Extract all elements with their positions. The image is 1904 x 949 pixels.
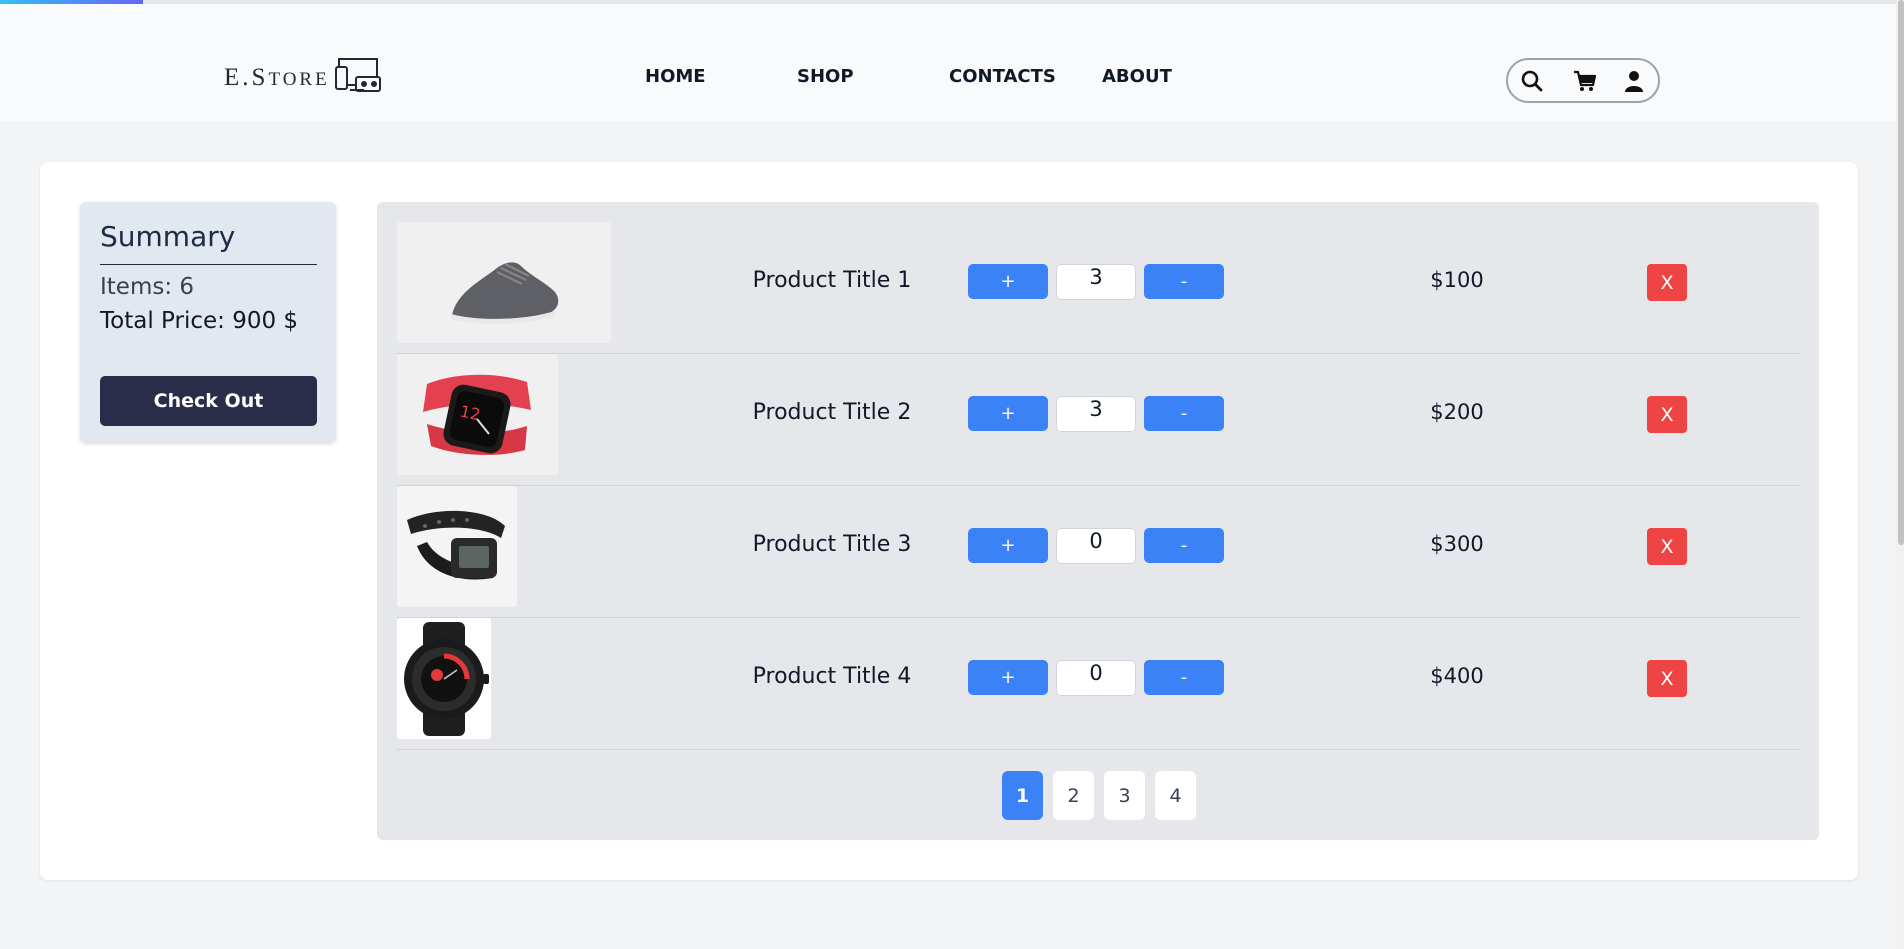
decrease-qty-button[interactable]: -	[1144, 396, 1224, 431]
summary-title: Summary	[100, 220, 236, 253]
black-digital-watch-image	[397, 486, 517, 607]
quantity-field[interactable]: 3	[1056, 264, 1136, 300]
checkout-button[interactable]: Check Out	[100, 376, 317, 426]
quantity-field[interactable]: 3	[1056, 396, 1136, 432]
red-smartwatch-image: 12	[397, 354, 558, 475]
increase-qty-button[interactable]: +	[968, 660, 1048, 695]
cart-row: Product Title 4 + 0 - $400 X	[397, 618, 1799, 750]
cart-items-panel: Product Title 1 + 3 - $100 X 12 Product …	[377, 202, 1819, 840]
sneaker-image	[397, 222, 611, 343]
pagination: 1 2 3 4	[1002, 771, 1196, 820]
page-button-4[interactable]: 4	[1155, 771, 1196, 820]
header-actions	[1506, 58, 1660, 103]
page-button-3[interactable]: 3	[1104, 771, 1145, 820]
search-icon[interactable]	[1520, 69, 1544, 93]
item-price: $200	[1430, 400, 1484, 424]
remove-item-button[interactable]: X	[1647, 528, 1687, 565]
page-scrollbar-thumb[interactable]	[1898, 0, 1904, 545]
nav-contacts[interactable]: CONTACTS	[949, 66, 1056, 87]
devices-icon	[334, 57, 384, 98]
remove-item-button[interactable]: X	[1647, 660, 1687, 697]
remove-item-button[interactable]: X	[1647, 264, 1687, 301]
cart-row: Product Title 1 + 3 - $100 X	[397, 222, 1799, 354]
increase-qty-button[interactable]: +	[968, 396, 1048, 431]
logo-text: E.STORE	[224, 63, 330, 91]
decrease-qty-button[interactable]: -	[1144, 264, 1224, 299]
increase-qty-button[interactable]: +	[968, 264, 1048, 299]
item-price: $300	[1430, 532, 1484, 556]
nav-about[interactable]: ABOUT	[1102, 66, 1172, 87]
increase-qty-button[interactable]: +	[968, 528, 1048, 563]
summary-divider	[100, 264, 317, 265]
summary-total-price: Total Price: 900 $	[100, 308, 299, 334]
product-title: Product Title 3	[752, 532, 912, 557]
item-price: $400	[1430, 664, 1484, 688]
quantity-field[interactable]: 0	[1056, 660, 1136, 696]
quantity-field[interactable]: 0	[1056, 528, 1136, 564]
black-sport-watch-image	[397, 618, 491, 739]
item-price: $100	[1430, 268, 1484, 292]
top-navbar: E.STORE HOME SHOP CONTACTS ABOUT	[0, 4, 1904, 121]
product-title: Product Title 4	[752, 664, 912, 689]
remove-item-button[interactable]: X	[1647, 396, 1687, 433]
page-button-1[interactable]: 1	[1002, 771, 1043, 820]
store-logo[interactable]: E.STORE	[224, 57, 384, 98]
nav-shop[interactable]: SHOP	[797, 66, 854, 87]
order-summary: Summary Items: 6 Total Price: 900 $ Chec…	[80, 202, 336, 442]
nav-home[interactable]: HOME	[645, 66, 706, 87]
decrease-qty-button[interactable]: -	[1144, 528, 1224, 563]
cart-row: Product Title 3 + 0 - $300 X	[397, 486, 1799, 618]
cart-icon[interactable]	[1573, 69, 1597, 93]
cart-row: 12 Product Title 2 + 3 - $200 X	[397, 354, 1799, 486]
product-title: Product Title 1	[752, 268, 912, 293]
user-icon[interactable]	[1622, 69, 1646, 93]
page-button-2[interactable]: 2	[1053, 771, 1094, 820]
summary-items-count: Items: 6	[100, 274, 195, 300]
decrease-qty-button[interactable]: -	[1144, 660, 1224, 695]
product-title: Product Title 2	[752, 400, 912, 425]
